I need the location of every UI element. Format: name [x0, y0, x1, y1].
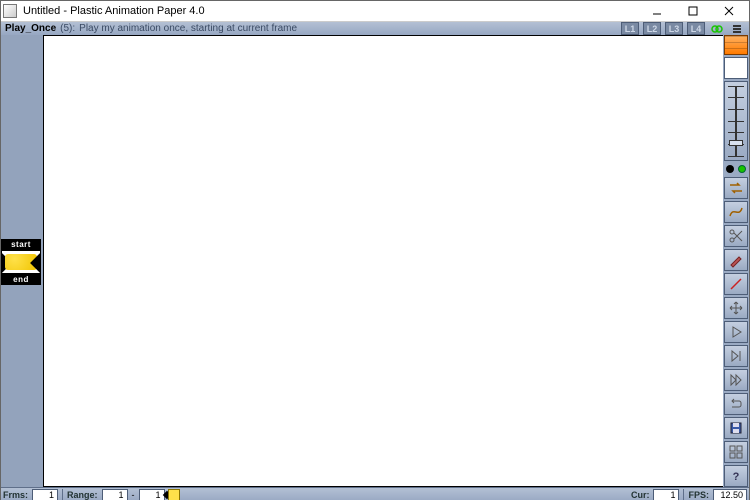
app-icon [3, 4, 17, 18]
pencil-tool-icon[interactable] [724, 249, 748, 271]
frames-value[interactable]: 1 [32, 489, 58, 500]
range-sep: - [132, 490, 135, 500]
line-tool-icon[interactable] [724, 273, 748, 295]
current-label: Cur: [631, 490, 650, 500]
close-button[interactable] [711, 1, 747, 21]
maximize-button[interactable] [675, 1, 711, 21]
layer-2-button[interactable]: L2 [643, 22, 661, 35]
layer-3-button[interactable]: L3 [665, 22, 683, 35]
drawing-canvas[interactable] [43, 35, 723, 487]
main-area: start end [1, 35, 749, 487]
range-from[interactable]: 1 [102, 489, 128, 500]
brush-size-slider[interactable] [724, 81, 748, 161]
pen-dot-green[interactable] [738, 165, 746, 173]
current-readout: Cur: 1 [631, 489, 680, 500]
timeline-gutter[interactable]: start end [1, 35, 43, 487]
help-icon[interactable]: ? [724, 465, 748, 487]
app-window: Untitled - Plastic Animation Paper 4.0 P… [0, 0, 750, 500]
frames-label: Frms: [3, 490, 28, 500]
cut-tool-icon[interactable] [724, 225, 748, 247]
range-readout: Range: 1 - 1 [67, 489, 165, 500]
canvas-area [43, 35, 723, 487]
slider-knob[interactable] [729, 140, 743, 146]
link-icon[interactable] [709, 22, 725, 35]
swap-tool-icon[interactable] [724, 177, 748, 199]
save-icon[interactable] [724, 417, 748, 439]
titlebar: Untitled - Plastic Animation Paper 4.0 [1, 1, 749, 22]
smooth-tool-icon[interactable] [724, 201, 748, 223]
current-frame-indicator[interactable] [167, 488, 181, 500]
loop-icon[interactable] [724, 393, 748, 415]
color-palette-icon[interactable] [724, 35, 748, 55]
svg-text:?: ? [733, 471, 740, 483]
move-tool-icon[interactable] [724, 297, 748, 319]
window-title: Untitled - Plastic Animation Paper 4.0 [23, 5, 639, 17]
color-well[interactable] [724, 57, 748, 79]
next-frame-icon[interactable] [724, 345, 748, 367]
fps-value[interactable]: 12.50 [713, 489, 747, 500]
grid-icon[interactable] [724, 441, 748, 463]
start-marker[interactable]: start [1, 239, 41, 250]
menu-icon[interactable] [729, 22, 745, 35]
range-label: Range: [67, 490, 98, 500]
hint-key: (5): [60, 23, 75, 34]
hint-command: Play_Once [5, 23, 56, 34]
fps-label: FPS: [688, 490, 709, 500]
hint-desc: Play my animation once, starting at curr… [79, 23, 297, 34]
fps-readout: FPS: 12.50 [688, 489, 747, 500]
current-frame-thumb[interactable] [1, 250, 41, 274]
frames-readout: Frms: 1 [3, 489, 58, 500]
range-to[interactable]: 1 [139, 489, 165, 500]
layer-4-button[interactable]: L4 [687, 22, 705, 35]
minimize-button[interactable] [639, 1, 675, 21]
end-marker[interactable]: end [1, 274, 41, 285]
pen-mode-row [724, 163, 748, 175]
current-value[interactable]: 1 [653, 489, 679, 500]
hint-bar: Play_Once (5): Play my animation once, s… [1, 22, 749, 35]
frame-marker[interactable]: start end [1, 239, 41, 285]
play-button-icon[interactable] [724, 321, 748, 343]
pen-dot-black[interactable] [726, 165, 734, 173]
last-frame-icon[interactable] [724, 369, 748, 391]
status-bar: Frms: 1 Range: 1 - 1 Cur: 1 FPS: 12.50 [1, 487, 749, 500]
right-toolbar: ? [723, 35, 749, 487]
layer-1-button[interactable]: L1 [621, 22, 639, 35]
